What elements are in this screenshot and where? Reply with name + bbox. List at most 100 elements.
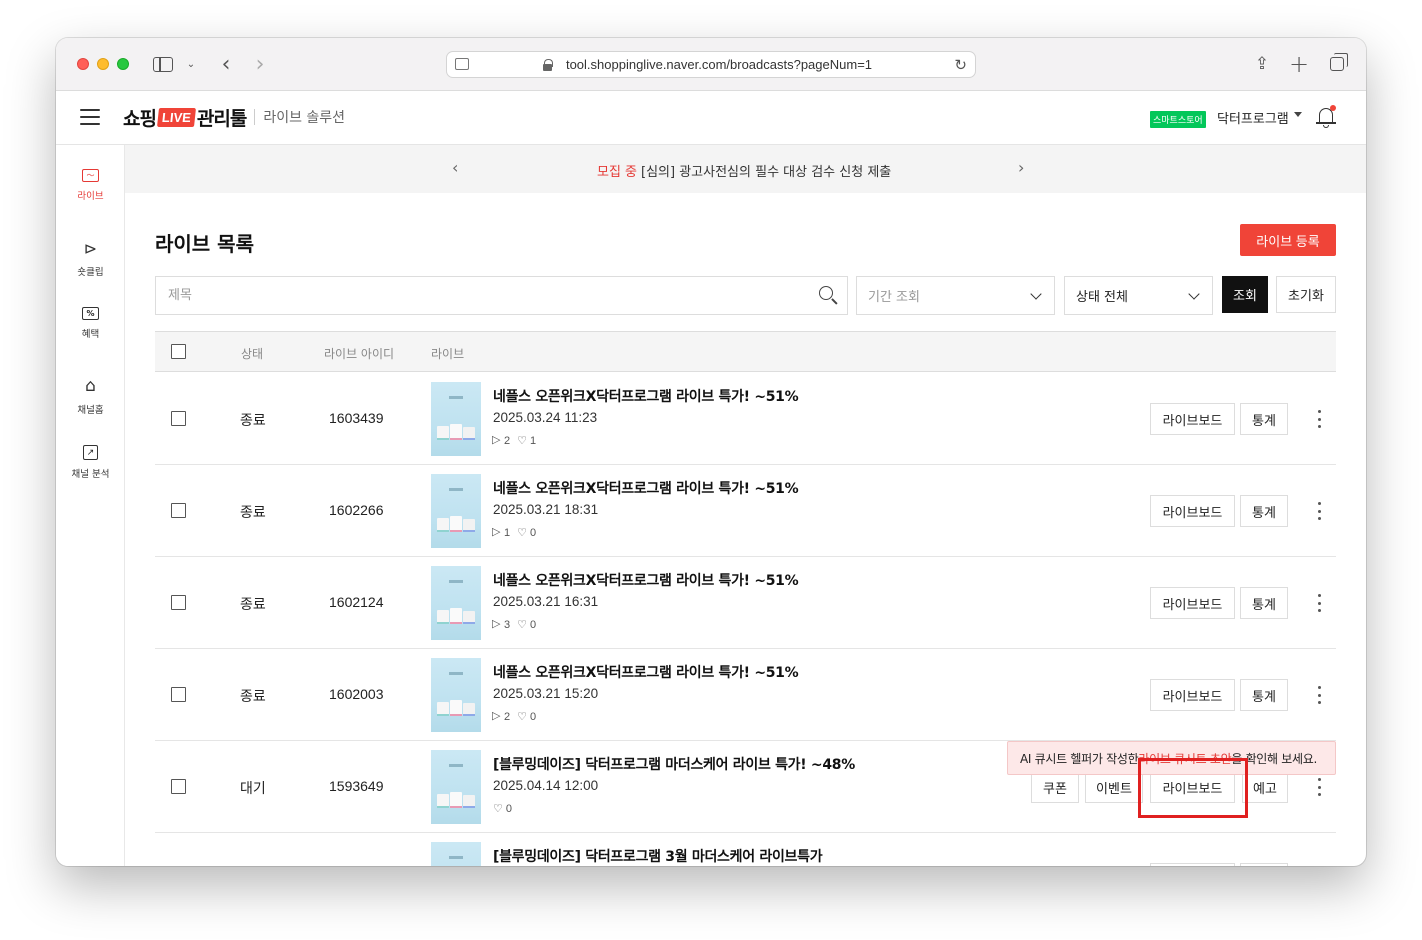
search-button[interactable]: 조회 — [1222, 276, 1268, 313]
chart-icon: ↗ — [83, 445, 98, 460]
event-button[interactable]: 이벤트 — [1085, 771, 1143, 803]
stats-button[interactable]: 통계 — [1240, 403, 1288, 435]
row-status: 종료 — [240, 413, 266, 429]
sidebar-item-label: 채널 분석 — [71, 469, 110, 480]
row-title[interactable]: [블루밍데이즈] 닥터프로그램 마더스케어 라이브 특가! ~48% — [493, 754, 855, 774]
caret-down-icon[interactable] — [1294, 112, 1302, 117]
row-date: 2025.03.21 18:31 — [493, 502, 599, 517]
live-board-button[interactable]: 라이브보드 — [1150, 495, 1235, 527]
register-live-button[interactable]: 라이브 등록 — [1240, 224, 1336, 256]
live-thumbnail[interactable] — [431, 842, 481, 866]
search-input[interactable] — [168, 277, 808, 314]
lock-icon — [543, 59, 553, 71]
sidebar-item-live[interactable]: 〜 라이브 — [56, 169, 125, 219]
live-board-button[interactable]: 라이브보드 — [1150, 679, 1235, 711]
sidebar-item-benefit[interactable]: % 혜택 — [56, 307, 125, 357]
period-select-value: 기간 조회 — [868, 290, 920, 305]
page-title: 라이브 목록 — [155, 232, 254, 256]
sidebar-item-shortclip[interactable]: ⊳ 숏클립 — [56, 238, 125, 288]
chevron-down-icon — [1188, 288, 1200, 300]
notice-message: [심의] 광고사전심의 필수 대상 검수 신청 제출 — [641, 165, 892, 180]
table-row[interactable]: 종료 1602003 네플스 오픈위크X닥터프로그램 라이브 특가! ~51% … — [155, 649, 1336, 741]
more-options-icon[interactable] — [1316, 686, 1322, 704]
stats-button[interactable]: 통계 — [1240, 495, 1288, 527]
address-bar[interactable]: tool.shoppinglive.naver.com/broadcasts?p… — [446, 51, 976, 78]
tab-overview-icon[interactable] — [1327, 52, 1348, 76]
minimize-window-button[interactable] — [97, 58, 109, 70]
more-options-icon[interactable] — [1316, 502, 1322, 520]
row-live-id: 1602266 — [329, 502, 384, 518]
page-settings-icon[interactable] — [455, 58, 469, 70]
more-options-icon[interactable] — [1316, 778, 1322, 796]
live-thumbnail[interactable] — [431, 566, 481, 640]
sidebar-item-label: 혜택 — [81, 329, 100, 340]
live-thumbnail[interactable] — [431, 382, 481, 456]
sidebar-item-channel-home[interactable]: ⌂ 채널홈 — [56, 376, 125, 426]
menu-icon[interactable] — [80, 109, 100, 125]
live-thumbnail[interactable] — [431, 750, 481, 824]
chevron-right-icon[interactable]: › — [1018, 158, 1024, 177]
live-thumbnail[interactable] — [431, 474, 481, 548]
row-checkbox[interactable] — [171, 595, 186, 610]
live-board-button[interactable]: 라이브보드 — [1150, 403, 1235, 435]
table-row[interactable]: 종료 1602266 네플스 오픈위크X닥터프로그램 라이브 특가! ~51% … — [155, 465, 1336, 557]
like-count: 0 — [505, 802, 512, 815]
row-stats: ♡ 0 — [493, 802, 512, 816]
forward-icon[interactable]: › — [250, 52, 270, 77]
status-select[interactable]: 상태 전체 — [1064, 276, 1213, 315]
home-icon: ⌂ — [85, 376, 96, 396]
table-row[interactable]: [블루밍데이즈] 닥터프로그램 3월 마더스케어 라이브특가 — [155, 833, 1336, 866]
row-checkbox[interactable] — [171, 411, 186, 426]
reload-icon[interactable]: ↻ — [954, 56, 967, 74]
bell-icon[interactable] — [1316, 105, 1336, 129]
row-checkbox[interactable] — [171, 687, 186, 702]
like-count: 0 — [530, 526, 537, 539]
notice-text[interactable]: 모집 중 [심의] 광고사전심의 필수 대상 검수 신청 제출 — [597, 161, 891, 180]
share-icon[interactable]: ⇪ — [1252, 52, 1272, 76]
search-icon[interactable] — [819, 286, 837, 304]
like-count: 0 — [530, 618, 537, 631]
heart-icon: ♡ — [517, 711, 527, 723]
play-icon — [492, 617, 501, 630]
store-name[interactable]: 닥터프로그램 — [1217, 108, 1289, 127]
live-board-button[interactable] — [1150, 863, 1235, 866]
zoom-window-button[interactable] — [117, 58, 129, 70]
more-options-icon[interactable] — [1316, 410, 1322, 428]
chevron-down-icon — [1030, 288, 1042, 300]
play-icon — [492, 709, 501, 722]
select-all-checkbox[interactable] — [171, 344, 186, 359]
logo[interactable]: 쇼핑 LIVE 관리툴 라이브 솔루션 — [123, 103, 345, 131]
row-title[interactable]: 네플스 오픈위크X닥터프로그램 라이브 특가! ~51% — [493, 570, 799, 590]
stats-button[interactable] — [1240, 863, 1288, 866]
row-title[interactable]: 네플스 오픈위크X닥터프로그램 라이브 특가! ~51% — [493, 662, 799, 682]
stats-button[interactable]: 통계 — [1240, 587, 1288, 619]
reset-button[interactable]: 초기화 — [1276, 276, 1336, 313]
preview-notice-button[interactable]: 예고 — [1242, 771, 1288, 803]
more-options-icon[interactable] — [1316, 594, 1322, 612]
stats-button[interactable]: 통계 — [1240, 679, 1288, 711]
chevron-left-icon[interactable]: ‹ — [452, 158, 458, 177]
chevron-down-icon[interactable]: ⌄ — [184, 52, 198, 76]
row-checkbox[interactable] — [171, 503, 186, 518]
row-stats: 3 ♡0 — [492, 617, 537, 632]
row-title[interactable]: 네플스 오픈위크X닥터프로그램 라이브 특가! ~51% — [493, 478, 799, 498]
table-row[interactable]: 종료 1602124 네플스 오픈위크X닥터프로그램 라이브 특가! ~51% … — [155, 557, 1336, 649]
close-window-button[interactable] — [77, 58, 89, 70]
row-checkbox[interactable] — [171, 779, 186, 794]
table-row[interactable]: 종료 1603439 네플스 오픈위크X닥터프로그램 라이브 특가! ~51% … — [155, 373, 1336, 465]
row-title[interactable]: [블루밍데이즈] 닥터프로그램 3월 마더스케어 라이브특가 — [493, 846, 823, 866]
view-count: 2 — [504, 710, 511, 723]
row-title[interactable]: 네플스 오픈위크X닥터프로그램 라이브 특가! ~51% — [493, 386, 799, 406]
heart-icon: ♡ — [517, 435, 527, 447]
coupon-button[interactable]: 쿠폰 — [1031, 771, 1079, 803]
sidebar-item-label: 라이브 — [77, 191, 104, 202]
live-thumbnail[interactable] — [431, 658, 481, 732]
sidebar-toggle-icon[interactable] — [152, 52, 174, 76]
new-tab-icon[interactable]: + — [1289, 50, 1309, 78]
live-board-button[interactable]: 라이브보드 — [1150, 587, 1235, 619]
period-select[interactable]: 기간 조회 — [856, 276, 1055, 315]
view-count: 2 — [504, 434, 511, 447]
row-live-id: 1593649 — [329, 778, 384, 794]
sidebar-item-channel-analysis[interactable]: ↗ 채널 분석 — [56, 445, 125, 495]
back-icon[interactable]: ‹ — [216, 52, 236, 77]
